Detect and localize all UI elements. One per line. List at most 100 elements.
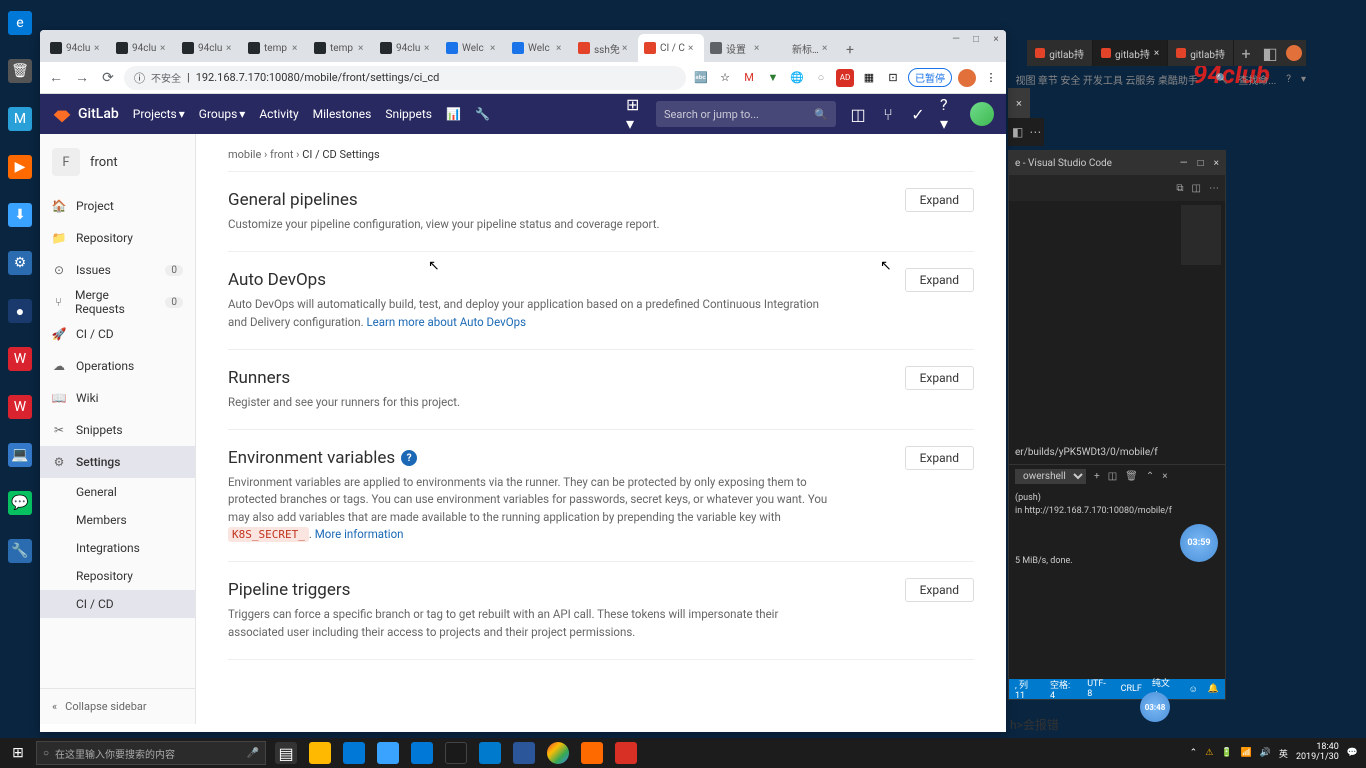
profile-avatar[interactable] bbox=[958, 69, 976, 87]
new-terminal-icon[interactable]: + bbox=[1094, 471, 1100, 482]
expand-button[interactable]: Expand bbox=[905, 366, 974, 390]
status-eol[interactable]: CRLF bbox=[1121, 684, 1142, 694]
gmail-icon[interactable]: M bbox=[740, 69, 758, 87]
bg-tab-icon[interactable]: ◧ bbox=[1258, 40, 1282, 66]
tray-volume-icon[interactable]: 🔊 bbox=[1260, 748, 1271, 758]
nav-chart-icon[interactable]: 📊 bbox=[446, 107, 461, 121]
desktop-icon[interactable]: ▶ bbox=[0, 144, 40, 192]
sidebar-item[interactable]: 📖Wiki bbox=[40, 382, 195, 414]
tab-close-icon[interactable]: × bbox=[424, 43, 434, 53]
status-encoding[interactable]: UTF-8 bbox=[1087, 679, 1110, 699]
browser-tab[interactable]: 新标签页× bbox=[770, 34, 838, 62]
ext-icon[interactable]: ▦ bbox=[860, 69, 878, 87]
split-icon[interactable]: ◫ bbox=[1192, 183, 1201, 194]
menu-icon[interactable]: ⋮ bbox=[982, 69, 1000, 87]
forward-button[interactable]: → bbox=[72, 68, 92, 88]
store-icon[interactable] bbox=[406, 738, 438, 768]
bg-tab[interactable]: gitlab持× bbox=[1093, 40, 1168, 66]
compare-icon[interactable]: ⧉ bbox=[1176, 183, 1183, 194]
desktop-icon[interactable]: ⬇ bbox=[0, 192, 40, 240]
breadcrumb-item[interactable]: mobile bbox=[228, 148, 261, 161]
tab-close-icon[interactable]: × bbox=[822, 43, 832, 53]
breadcrumb-item[interactable]: front bbox=[270, 148, 293, 161]
browser-tab[interactable]: 94clu× bbox=[44, 34, 110, 62]
status-spaces[interactable]: 空格: 4 bbox=[1050, 678, 1077, 701]
star-icon[interactable]: ☆ bbox=[716, 69, 734, 87]
ext-icon[interactable]: ⊡ bbox=[884, 69, 902, 87]
expand-button[interactable]: Expand bbox=[905, 268, 974, 292]
minimize-button[interactable]: — bbox=[950, 34, 962, 46]
tab-close-icon[interactable]: × bbox=[556, 43, 566, 53]
wps-icon[interactable] bbox=[508, 738, 540, 768]
tray-icon[interactable]: ⚠ bbox=[1205, 748, 1213, 758]
browser-tab[interactable]: temp× bbox=[308, 34, 374, 62]
browser-tab[interactable]: temp× bbox=[242, 34, 308, 62]
app-icon[interactable] bbox=[576, 738, 608, 768]
nav-projects[interactable]: Projects ▾ bbox=[133, 107, 185, 121]
ext-icon[interactable]: AD bbox=[836, 69, 854, 87]
browser-tab[interactable]: ssh免× bbox=[572, 34, 638, 62]
sidebar-sub-item[interactable]: CI / CD bbox=[40, 590, 195, 618]
sidebar-item[interactable]: ⚙Settings bbox=[40, 446, 195, 478]
translate-icon[interactable]: 🔤 bbox=[692, 69, 710, 87]
close-button[interactable]: × bbox=[990, 34, 1002, 46]
desktop-icon[interactable]: W bbox=[0, 384, 40, 432]
tray-clock[interactable]: 18:40 2019/1/30 bbox=[1296, 743, 1339, 763]
help-icon[interactable]: ? ▾ bbox=[940, 106, 956, 122]
vscode-maximize[interactable]: □ bbox=[1198, 158, 1204, 169]
user-avatar[interactable] bbox=[970, 102, 994, 126]
expand-button[interactable]: Expand bbox=[905, 578, 974, 602]
status-bell-icon[interactable]: 🔔 bbox=[1208, 684, 1219, 694]
status-col[interactable]: , 列 11 bbox=[1015, 678, 1040, 701]
sidebar-sub-item[interactable]: Members bbox=[40, 506, 195, 534]
ext-icon[interactable]: 🌐 bbox=[788, 69, 806, 87]
more-icon[interactable]: ⋯ bbox=[1209, 183, 1219, 194]
taskbar-search[interactable]: ○ 在这里输入你要搜索的内容 🎤 bbox=[36, 741, 266, 765]
close-tab-icon[interactable]: × bbox=[1008, 88, 1030, 118]
maximize-button[interactable]: □ bbox=[970, 34, 982, 46]
ext-icon[interactable]: ▼ bbox=[764, 69, 782, 87]
vscode-icon[interactable] bbox=[474, 738, 506, 768]
sidebar-item[interactable]: ✂Snippets bbox=[40, 414, 195, 446]
gitlab-search[interactable]: Search or jump to... 🔍 bbox=[656, 101, 836, 127]
notification-icon[interactable]: 💬 bbox=[1347, 748, 1358, 758]
vscode-close[interactable]: × bbox=[1214, 158, 1219, 169]
browser-tab[interactable]: 94clu× bbox=[176, 34, 242, 62]
bg-tab[interactable]: gitlab持 bbox=[1027, 40, 1093, 66]
tray-chevron-icon[interactable]: ⌃ bbox=[1190, 748, 1198, 758]
close-panel-icon[interactable]: × bbox=[1162, 471, 1167, 482]
tab-close-icon[interactable]: × bbox=[490, 43, 500, 53]
tab-close-icon[interactable]: × bbox=[226, 43, 236, 53]
layout-icon[interactable]: ◧ bbox=[1012, 125, 1023, 139]
sidebar-sub-item[interactable]: General bbox=[40, 478, 195, 506]
url-field[interactable]: ⓘ 不安全 | 192.168.7.170:10080/mobile/front… bbox=[124, 66, 686, 90]
section-link[interactable]: Learn more about Auto DevOps bbox=[366, 315, 526, 329]
tab-close-icon[interactable]: × bbox=[358, 43, 368, 53]
gitlab-logo[interactable]: GitLab bbox=[52, 104, 119, 124]
tray-icon[interactable]: 📶 bbox=[1240, 748, 1251, 758]
tray-ime[interactable]: 英 bbox=[1279, 747, 1288, 760]
collapse-sidebar[interactable]: « Collapse sidebar bbox=[40, 688, 195, 724]
ext-icon[interactable]: ○ bbox=[812, 69, 830, 87]
browser-tab[interactable]: CI / C× bbox=[638, 34, 704, 62]
explorer-icon[interactable] bbox=[304, 738, 336, 768]
issues-icon[interactable]: ◫ bbox=[850, 106, 866, 122]
tab-close-icon[interactable]: × bbox=[622, 43, 632, 53]
bg-tab[interactable]: gitlab持 bbox=[1168, 40, 1234, 66]
tab-close-icon[interactable]: × bbox=[160, 43, 170, 53]
desktop-icon[interactable]: 💻 bbox=[0, 432, 40, 480]
new-tab-button[interactable]: + bbox=[1234, 40, 1258, 66]
sidebar-item[interactable]: ⊙Issues0 bbox=[40, 254, 195, 286]
tray-icon[interactable]: 🔋 bbox=[1221, 748, 1232, 758]
desktop-icon[interactable]: 🔧 bbox=[0, 528, 40, 576]
reload-button[interactable]: ⟳ bbox=[98, 68, 118, 88]
desktop-icon[interactable]: 🗑 bbox=[0, 48, 40, 96]
edge-icon[interactable] bbox=[338, 738, 370, 768]
browser-tab[interactable]: Welc× bbox=[440, 34, 506, 62]
tab-close-icon[interactable]: × bbox=[292, 43, 302, 53]
browser-tab[interactable]: 设置× bbox=[704, 34, 770, 62]
back-button[interactable]: ← bbox=[46, 68, 66, 88]
nav-snippets[interactable]: Snippets bbox=[385, 107, 432, 121]
mic-icon[interactable]: 🎤 bbox=[247, 748, 259, 759]
split-terminal-icon[interactable]: ◫ bbox=[1108, 471, 1117, 482]
